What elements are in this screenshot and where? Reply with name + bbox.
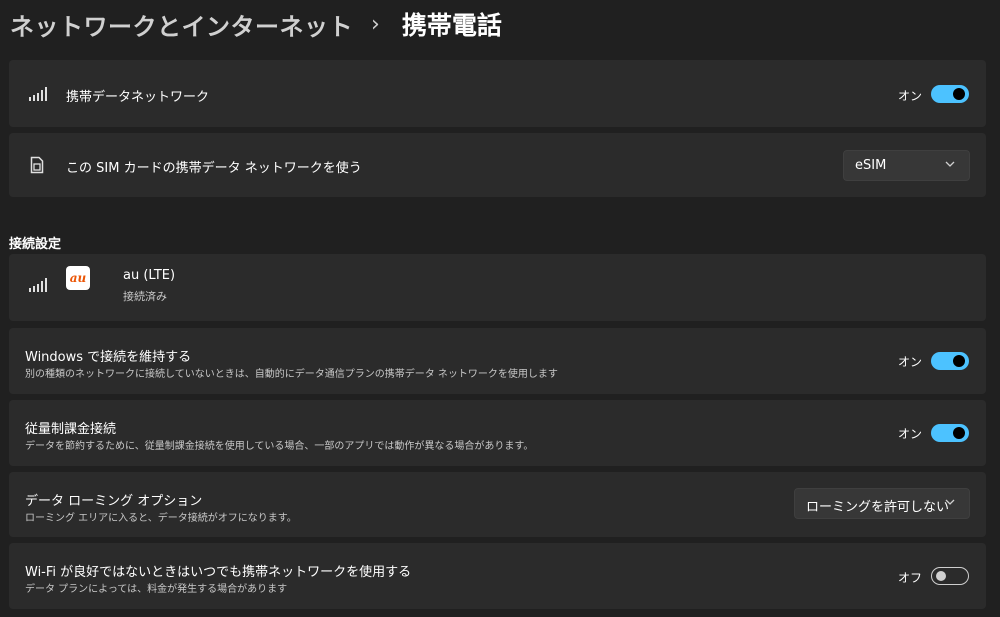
keep-connected-toggle[interactable] [931,352,969,370]
cellular-network-label: 携帯データネットワーク [66,90,210,105]
sim-card-icon [30,156,44,174]
page-title: 携帯電話 [401,11,502,40]
chevron-down-icon [945,161,955,167]
breadcrumb-separator: › [371,11,380,37]
roaming-options-card: データ ローミング オプション ローミング エリアに入ると、データ接続がオフにな… [9,472,986,537]
metered-connection-label: 従量制課金接続 [25,422,117,437]
carrier-card: au au (LTE) 接続済み [9,254,986,321]
sim-select-card: この SIM カードの携帯データ ネットワークを使う eSIM [9,133,986,197]
carrier-name: au (LTE) [123,268,176,283]
cellular-network-state: オン [898,89,923,103]
roaming-options-label: データ ローミング オプション [25,494,203,509]
toggle-knob [953,427,965,439]
metered-connection-desc: データを節約するために、従量制課金接続を使用している場合、一部のアプリでは動作が… [25,441,534,452]
wifi-fallback-state: オフ [898,571,923,585]
roaming-options-value: ローミングを許可しない [806,500,950,515]
cellular-network-card: 携帯データネットワーク オン [9,60,986,127]
breadcrumb-parent-link[interactable]: ネットワークとインターネット [10,7,353,42]
keep-connected-card: Windows で接続を維持する 別の種類のネットワークに接続していないときは、… [9,328,986,394]
wifi-fallback-desc: データ プランによっては、料金が発生する場合があります [25,584,288,595]
sim-select-value: eSIM [855,158,887,173]
keep-connected-state: オン [898,355,923,369]
cellular-network-toggle[interactable] [931,85,969,103]
keep-connected-label: Windows で接続を維持する [25,350,192,365]
carrier-status: 接続済み [123,290,167,303]
cellular-signal-icon [29,87,47,101]
settings-page: ネットワークとインターネット › 携帯電話 携帯データネットワーク オン この … [0,0,1000,617]
sim-select-label: この SIM カードの携帯データ ネットワークを使う [66,161,362,176]
wifi-fallback-card: Wi-Fi が良好ではないときはいつでも携帯ネットワークを使用する データ プラ… [9,543,986,609]
sim-select-dropdown[interactable]: eSIM [843,150,970,181]
carrier-logo-text: au [69,271,87,285]
roaming-options-dropdown[interactable]: ローミングを許可しない [794,488,970,519]
toggle-knob [936,571,946,581]
cellular-signal-icon [29,278,47,292]
roaming-options-desc: ローミング エリアに入ると、データ接続がオフになります。 [25,513,297,524]
carrier-logo: au [66,266,90,290]
metered-connection-card: 従量制課金接続 データを節約するために、従量制課金接続を使用している場合、一部の… [9,400,986,466]
toggle-knob [953,88,965,100]
chevron-down-icon [945,499,955,505]
connection-settings-heading: 接続設定 [9,237,62,252]
wifi-fallback-label: Wi-Fi が良好ではないときはいつでも携帯ネットワークを使用する [25,565,412,580]
metered-connection-state: オン [898,427,923,441]
metered-connection-toggle[interactable] [931,424,969,442]
wifi-fallback-toggle[interactable] [931,567,969,585]
toggle-knob [953,355,965,367]
keep-connected-desc: 別の種類のネットワークに接続していないときは、自動的にデータ通信プランの携帯デー… [25,369,558,380]
breadcrumb: ネットワークとインターネット › 携帯電話 [10,4,502,44]
